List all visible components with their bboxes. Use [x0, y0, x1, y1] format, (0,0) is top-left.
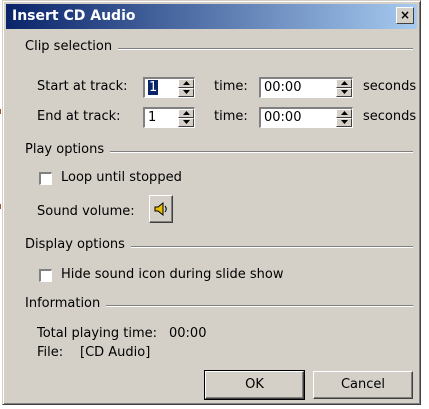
end-time-unit: seconds: [363, 109, 417, 124]
end-time-value: 00:00: [264, 110, 302, 125]
end-track-spinner[interactable]: 1: [143, 107, 195, 128]
file-label: File:: [37, 345, 64, 360]
cancel-button[interactable]: Cancel: [313, 371, 413, 399]
sound-volume-button[interactable]: [149, 195, 173, 223]
arrow-down-icon: [183, 120, 190, 124]
start-track-value: 1: [148, 80, 159, 95]
end-track-down-button[interactable]: [178, 118, 194, 127]
start-time-up-button[interactable]: [336, 79, 352, 88]
edge-mark: [0, 109, 1, 114]
start-time-down-button[interactable]: [336, 88, 352, 97]
end-track-label: End at track:: [37, 109, 121, 124]
close-button[interactable]: ×: [396, 7, 414, 24]
total-playing-time-label: Total playing time:: [37, 326, 158, 341]
start-track-spinner[interactable]: 1: [143, 77, 195, 98]
arrow-down-icon: [183, 90, 190, 94]
play-options-heading: Play options: [25, 142, 111, 157]
arrow-up-icon: [341, 111, 348, 115]
speaker-icon: [154, 201, 167, 217]
arrow-up-icon: [183, 81, 190, 85]
display-options-heading: Display options: [25, 237, 131, 252]
end-time-label: time:: [214, 109, 248, 124]
end-time-down-button[interactable]: [336, 118, 352, 127]
start-time-value: 00:00: [264, 80, 302, 95]
insert-cd-audio-dialog: Insert CD Audio × Clip selection Start a…: [2, 0, 421, 405]
total-playing-time-value: 00:00: [169, 326, 207, 341]
ok-button[interactable]: OK: [204, 370, 305, 400]
file-value: [CD Audio]: [80, 345, 151, 360]
end-track-value: 1: [148, 110, 157, 125]
start-time-unit: seconds: [363, 79, 417, 94]
close-icon: ×: [399, 8, 411, 22]
end-time-spinner[interactable]: 00:00: [259, 107, 353, 128]
dialog-title: Insert CD Audio: [12, 8, 136, 24]
sound-volume-label: Sound volume:: [37, 204, 135, 219]
hide-sound-icon-checkbox[interactable]: [39, 269, 52, 282]
start-track-up-button[interactable]: [178, 79, 194, 88]
loop-label[interactable]: Loop until stopped: [61, 170, 182, 185]
edge-mark: [0, 204, 1, 209]
end-time-up-button[interactable]: [336, 109, 352, 118]
information-heading: Information: [25, 296, 107, 311]
arrow-up-icon: [341, 81, 348, 85]
title-bar[interactable]: Insert CD Audio ×: [6, 4, 417, 29]
loop-checkbox[interactable]: [39, 172, 52, 185]
start-track-down-button[interactable]: [178, 88, 194, 97]
hide-sound-icon-label[interactable]: Hide sound icon during slide show: [61, 267, 284, 282]
start-time-label: time:: [214, 79, 248, 94]
arrow-up-icon: [183, 111, 190, 115]
start-time-spinner[interactable]: 00:00: [259, 77, 353, 98]
clip-selection-heading: Clip selection: [25, 39, 119, 54]
end-track-up-button[interactable]: [178, 109, 194, 118]
start-track-label: Start at track:: [37, 79, 128, 94]
arrow-down-icon: [341, 90, 348, 94]
arrow-down-icon: [341, 120, 348, 124]
